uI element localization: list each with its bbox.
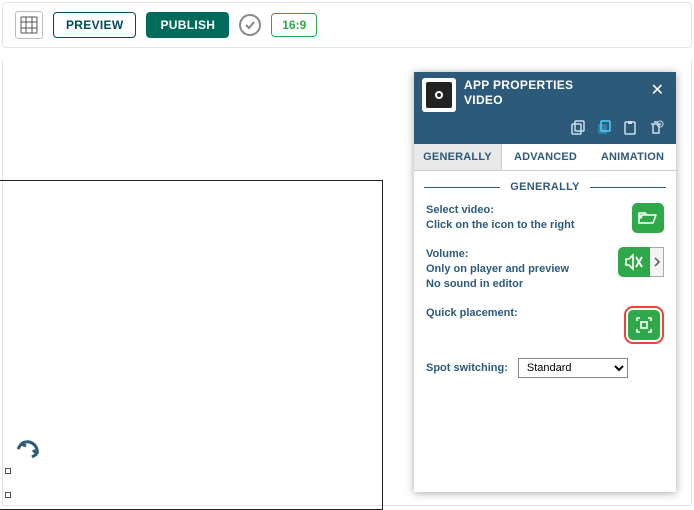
quick-placement-label: Quick placement: [426, 307, 518, 319]
copy-active-icon[interactable] [596, 120, 614, 138]
select-video-sub: Click on the icon to the right [426, 218, 624, 233]
volume-expand-button[interactable] [650, 247, 664, 277]
selection-handle[interactable] [5, 492, 11, 498]
row-spot-switching: Spot switching: Standard [426, 358, 664, 378]
panel-body: Select video: Click on the icon to the r… [414, 199, 676, 382]
select-video-button[interactable] [632, 203, 664, 233]
grid-toggle-button[interactable] [15, 11, 43, 39]
volume-sub1: Only on player and preview [426, 262, 610, 277]
panel-title: APP PROPERTIES VIDEO [464, 78, 639, 108]
close-icon[interactable]: ✕ [647, 78, 668, 102]
paste-icon[interactable] [622, 120, 640, 138]
quick-placement-button[interactable] [628, 310, 660, 340]
panel-tabs: GENERALLY ADVANCED ANIMATION [414, 144, 676, 171]
section-title: GENERALLY [414, 171, 676, 199]
folder-open-icon [638, 210, 658, 226]
preview-button[interactable]: PREVIEW [53, 12, 136, 38]
publish-button[interactable]: PUBLISH [146, 12, 229, 38]
mute-icon [624, 253, 644, 271]
delete-icon[interactable] [648, 120, 666, 138]
selected-video-element[interactable] [0, 180, 383, 510]
status-check-icon[interactable] [239, 14, 261, 36]
row-volume: Volume: Only on player and preview No so… [426, 247, 664, 292]
spot-switching-label: Spot switching: [426, 362, 508, 374]
row-select-video: Select video: Click on the icon to the r… [426, 203, 664, 233]
aspect-ratio-button[interactable]: 16:9 [271, 13, 317, 37]
grid-icon [20, 16, 38, 34]
panel-header: APP PROPERTIES VIDEO ✕ [414, 72, 676, 118]
fullscreen-icon [634, 315, 654, 335]
copy-icon[interactable] [570, 120, 588, 138]
panel-action-row [414, 118, 676, 144]
properties-panel: APP PROPERTIES VIDEO ✕ GENERALLY ADVANCE… [414, 72, 676, 492]
row-quick-placement: Quick placement: [426, 306, 664, 344]
quick-placement-highlight [624, 306, 664, 344]
volume-label: Volume: [426, 248, 469, 260]
rotate-handle-icon[interactable] [15, 436, 43, 469]
chevron-right-icon [654, 257, 660, 267]
tab-animation[interactable]: ANIMATION [589, 144, 676, 170]
volume-sub2: No sound in editor [426, 277, 610, 292]
tab-generally[interactable]: GENERALLY [414, 144, 502, 170]
mute-button[interactable] [618, 247, 650, 277]
spot-switching-select[interactable]: Standard [518, 358, 628, 378]
tab-advanced[interactable]: ADVANCED [502, 144, 589, 170]
camera-icon [432, 88, 446, 102]
select-video-label: Select video: [426, 204, 494, 216]
selection-handle[interactable] [5, 468, 11, 474]
panel-app-icon [422, 78, 456, 112]
top-toolbar: PREVIEW PUBLISH 16:9 [2, 2, 692, 48]
